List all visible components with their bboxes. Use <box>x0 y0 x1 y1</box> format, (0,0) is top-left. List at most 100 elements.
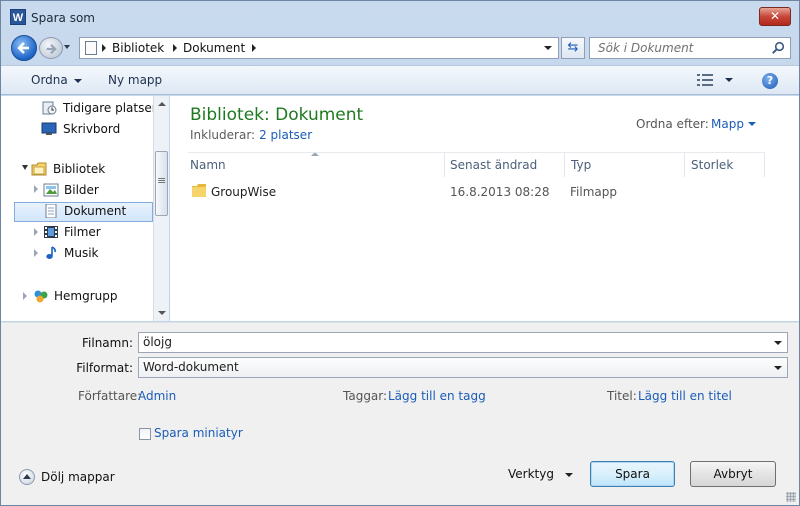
desktop-icon <box>41 122 57 135</box>
address-dropdown-icon[interactable] <box>544 46 552 50</box>
expand-videos-icon[interactable] <box>34 228 38 236</box>
libraries-icon <box>31 162 47 176</box>
breadcrumb-dokument[interactable]: Dokument <box>183 41 245 55</box>
documents-icon <box>45 204 57 218</box>
navigation-bar: Bibliotek Dokument ⇆ <box>1 33 799 63</box>
column-header-modified[interactable]: Senast ändrad <box>445 153 565 177</box>
includes-locations-link[interactable]: 2 platser <box>259 128 312 142</box>
includes-label: Inkluderar: <box>190 128 256 142</box>
column-header-name[interactable]: Namn <box>188 153 445 177</box>
tags-label: Taggar: <box>343 389 388 403</box>
organize-button[interactable]: Ordna <box>31 73 82 87</box>
breadcrumb-separator-icon[interactable] <box>102 44 106 52</box>
expand-libraries-icon[interactable] <box>22 165 28 170</box>
cancel-button[interactable]: Avbryt <box>690 461 776 487</box>
table-row[interactable]: GroupWise 16.8.2013 08:28 Filmapp <box>188 182 768 202</box>
save-thumbnail-checkbox[interactable] <box>139 428 151 440</box>
library-title: Bibliotek: Dokument <box>190 105 364 125</box>
back-button[interactable] <box>11 35 37 61</box>
file-name: GroupWise <box>211 185 277 199</box>
change-view-button[interactable] <box>697 74 733 88</box>
scroll-thumb[interactable] <box>155 151 168 216</box>
document-location-icon <box>85 41 97 55</box>
file-modified: 16.8.2013 08:28 <box>450 185 550 199</box>
expand-music-icon[interactable] <box>34 249 38 257</box>
file-format-select[interactable]: Word-dokument <box>138 357 788 378</box>
word-app-icon: W <box>10 9 26 25</box>
search-icon[interactable] <box>771 41 785 55</box>
column-header-type[interactable]: Typ <box>565 153 685 177</box>
file-list-pane: Bibliotek: Dokument Inkluderar: 2 platser… <box>170 96 799 321</box>
nav-item-videos[interactable]: Filmer <box>43 223 151 243</box>
arrange-by-label: Ordna efter: <box>636 117 709 131</box>
file-format-dropdown-icon[interactable] <box>774 366 782 370</box>
title-label: Titel: <box>607 389 637 403</box>
save-button[interactable]: Spara <box>590 461 675 487</box>
title-field[interactable]: Lägg till en titel <box>638 389 732 403</box>
author-field[interactable]: Admin <box>138 389 176 403</box>
nav-item-desktop[interactable]: Skrivbord <box>41 120 151 140</box>
folder-icon <box>192 184 206 197</box>
tools-chevron-down-icon[interactable] <box>565 473 573 477</box>
scroll-up-icon[interactable] <box>154 96 169 112</box>
column-header-size[interactable]: Storlek <box>685 153 765 177</box>
address-bar[interactable]: Bibliotek Dokument <box>79 37 559 59</box>
back-arrow-icon <box>17 42 29 54</box>
search-box <box>589 37 791 59</box>
filename-value: ölojg <box>143 335 172 349</box>
file-format-value: Word-dokument <box>143 360 239 374</box>
navigation-pane: Tidigare platser Skrivbord Bibliotek Bil… <box>1 96 169 321</box>
music-icon <box>46 246 56 259</box>
breadcrumb-bibliotek[interactable]: Bibliotek <box>112 41 164 55</box>
details-view-icon <box>697 74 713 86</box>
nav-item-pictures[interactable]: Bilder <box>43 181 151 201</box>
tools-button[interactable]: Verktyg <box>508 467 554 481</box>
chevron-down-icon <box>73 78 82 83</box>
nav-item-libraries[interactable]: Bibliotek <box>31 160 151 180</box>
expand-homegroup-icon[interactable] <box>23 292 27 300</box>
chevron-up-icon <box>19 469 35 485</box>
filename-label: Filnamn: <box>82 336 133 350</box>
author-label: Författare: <box>78 389 142 403</box>
organize-label: Ordna <box>31 73 68 87</box>
resize-grip[interactable] <box>786 492 796 502</box>
save-thumbnail-label[interactable]: Spara miniatyr <box>154 426 243 440</box>
breadcrumb-separator-icon[interactable] <box>252 44 256 52</box>
nav-item-music[interactable]: Musik <box>43 244 151 264</box>
filename-combobox[interactable]: ölojg <box>138 332 788 353</box>
expand-pictures-icon[interactable] <box>34 185 38 193</box>
search-input[interactable] <box>590 38 768 58</box>
forward-button[interactable] <box>39 37 63 59</box>
refresh-button[interactable]: ⇆ <box>561 37 585 59</box>
history-dropdown-icon[interactable] <box>64 45 70 49</box>
hide-folders-label: Dölj mappar <box>41 470 115 484</box>
recent-places-icon <box>42 101 57 115</box>
file-type: Filmapp <box>570 185 617 199</box>
close-button[interactable]: ✕ <box>759 7 791 26</box>
save-form: Filnamn: ölojg Filformat: Word-dokument … <box>1 322 799 505</box>
arrange-by-dropdown[interactable]: Mapp <box>711 117 744 131</box>
nav-item-recent-places[interactable]: Tidigare platser <box>41 99 157 119</box>
new-folder-button[interactable]: Ny mapp <box>108 73 162 87</box>
views-dropdown-icon <box>725 78 733 82</box>
breadcrumb-separator-icon[interactable] <box>173 44 177 52</box>
forward-arrow-icon <box>46 43 57 55</box>
pictures-icon <box>43 183 59 197</box>
save-as-dialog: W Spara som ✕ Bibliotek Dokument ⇆ Sök i… <box>0 0 800 506</box>
nav-item-documents[interactable]: Dokument <box>14 202 153 222</box>
file-format-label: Filformat: <box>76 361 133 375</box>
nav-item-homegroup[interactable]: Hemgrupp <box>33 287 151 307</box>
command-toolbar: Ordna Ny mapp ? <box>1 65 799 95</box>
navigation-scrollbar[interactable] <box>153 96 169 321</box>
title-bar: W Spara som ✕ <box>1 1 799 33</box>
videos-icon <box>44 226 58 238</box>
help-button[interactable]: ? <box>762 73 778 89</box>
homegroup-icon <box>34 290 48 303</box>
scroll-down-icon[interactable] <box>154 305 169 321</box>
filename-dropdown-icon[interactable] <box>774 341 782 345</box>
window-title: Spara som <box>31 11 95 25</box>
library-includes: Inkluderar: 2 platser <box>190 128 312 142</box>
arrange-chevron-down-icon[interactable] <box>748 122 756 126</box>
column-header-row: Namn Senast ändrad Typ Storlek <box>188 152 765 177</box>
tags-field[interactable]: Lägg till en tagg <box>388 389 486 403</box>
